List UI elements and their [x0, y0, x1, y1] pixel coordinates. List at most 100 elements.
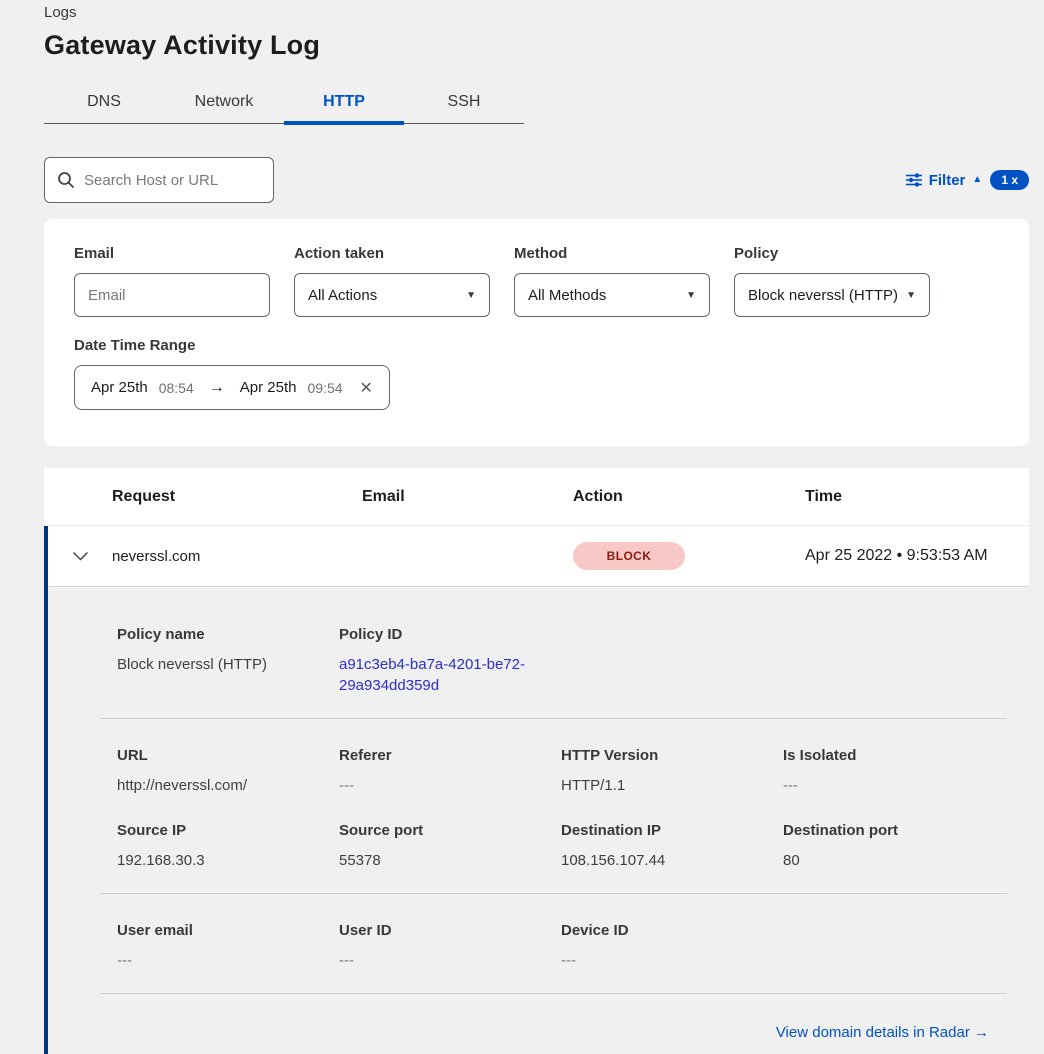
column-header-email: Email [362, 488, 573, 506]
policy-details-group: Policy name Block neverssl (HTTP) Policy… [100, 626, 1007, 719]
destination-ip-detail: Destination IP 108.156.107.44 [561, 822, 783, 871]
destination-port-detail-value: 80 [783, 850, 1005, 871]
tab-http[interactable]: HTTP [284, 81, 404, 123]
policy-name-detail-label: Policy name [117, 626, 339, 643]
table-row[interactable]: neverssl.com BLOCK Apr 25 2022 • 9:53:53… [48, 526, 1029, 587]
policy-name-detail: Policy name Block neverssl (HTTP) [117, 626, 339, 696]
user-id-detail-value: --- [339, 950, 561, 971]
policy-select[interactable]: Block neverssl (HTTP) ▼ [734, 273, 930, 317]
policy-id-detail: Policy ID a91c3eb4-ba7a-4201-be72-29a934… [339, 626, 561, 696]
range-end-date[interactable]: Apr 25th [240, 379, 297, 396]
policy-id-detail-label: Policy ID [339, 626, 561, 643]
user-id-detail-label: User ID [339, 922, 561, 939]
url-detail: URL http://neverssl.com/ [117, 747, 339, 796]
range-start-date[interactable]: Apr 25th [91, 379, 148, 396]
policy-id-link[interactable]: a91c3eb4-ba7a-4201-be72-29a934dd359d [339, 654, 531, 696]
range-start-time[interactable]: 08:54 [159, 380, 194, 396]
policy-field: Policy Block neverssl (HTTP) ▼ [734, 245, 930, 317]
tab-dns[interactable]: DNS [44, 81, 164, 123]
arrow-right-icon: → [205, 379, 229, 397]
url-detail-label: URL [117, 747, 339, 764]
row-request-host: neverssl.com [112, 548, 362, 565]
http-version-detail: HTTP Version HTTP/1.1 [561, 747, 783, 796]
email-filter-label: Email [74, 245, 270, 262]
source-ip-detail: Source IP 192.168.30.3 [117, 822, 339, 871]
column-header-action: Action [573, 488, 805, 506]
collapse-row-control[interactable] [48, 552, 112, 561]
source-ip-detail-label: Source IP [117, 822, 339, 839]
search-input[interactable] [84, 172, 261, 189]
is-isolated-detail: Is Isolated --- [783, 747, 1005, 796]
method-value: All Methods [528, 287, 606, 304]
date-time-range-field: Date Time Range Apr 25th 08:54 → Apr 25t… [74, 337, 999, 410]
log-entry-details: Policy name Block neverssl (HTTP) Policy… [48, 587, 1029, 1054]
device-id-detail-value: --- [561, 950, 783, 971]
email-filter-input[interactable] [74, 273, 270, 317]
action-taken-select[interactable]: All Actions ▼ [294, 273, 490, 317]
range-end-time[interactable]: 09:54 [307, 380, 342, 396]
is-isolated-detail-value: --- [783, 775, 1005, 796]
device-id-detail-label: Device ID [561, 922, 783, 939]
filter-label: Filter [929, 172, 966, 189]
row-timestamp: Apr 25 2022 • 9:53:53 AM [805, 547, 1029, 565]
user-details-group: User email --- User ID --- Device ID --- [100, 894, 1007, 994]
tab-ssh[interactable]: SSH [404, 81, 524, 123]
activity-log-table: Request Email Action Time neverssl.com B… [44, 468, 1029, 1054]
filter-sliders-icon [906, 173, 922, 187]
policy-label: Policy [734, 245, 930, 262]
search-icon [57, 171, 75, 189]
url-detail-value: http://neverssl.com/ [117, 775, 339, 796]
method-select[interactable]: All Methods ▼ [514, 273, 710, 317]
policy-name-detail-value: Block neverssl (HTTP) [117, 654, 339, 675]
user-email-detail-label: User email [117, 922, 339, 939]
destination-port-detail-label: Destination port [783, 822, 1005, 839]
chevron-down-icon [73, 552, 88, 561]
action-taken-label: Action taken [294, 245, 490, 262]
source-port-detail: Source port 55378 [339, 822, 561, 871]
gateway-activity-log-page: Logs Gateway Activity Log DNS Network HT… [0, 0, 1044, 1054]
action-taken-value: All Actions [308, 287, 377, 304]
search-box[interactable] [44, 157, 274, 203]
page-title: Gateway Activity Log [44, 30, 1029, 61]
log-type-tabs: DNS Network HTTP SSH [44, 81, 524, 124]
table-header-row: Request Email Action Time [44, 468, 1029, 526]
referer-detail: Referer --- [339, 747, 561, 796]
clear-date-range-icon[interactable]: ✕ [354, 378, 373, 398]
filter-panel: Email Action taken All Actions ▼ Method … [44, 219, 1029, 446]
device-id-detail: Device ID --- [561, 922, 783, 971]
date-time-range-label: Date Time Range [74, 337, 999, 354]
referer-detail-label: Referer [339, 747, 561, 764]
user-id-detail: User ID --- [339, 922, 561, 971]
user-email-detail: User email --- [117, 922, 339, 971]
filter-toggle-button[interactable]: Filter ▲ [906, 172, 983, 189]
tab-network[interactable]: Network [164, 81, 284, 123]
breadcrumb[interactable]: Logs [44, 4, 1029, 21]
filter-controls: Filter ▲ 1 x [906, 170, 1029, 190]
view-domain-in-radar-link[interactable]: View domain details in Radar → [776, 1024, 989, 1041]
is-isolated-detail-label: Is Isolated [783, 747, 1005, 764]
column-header-request: Request [112, 488, 362, 506]
chevron-down-icon: ▼ [686, 290, 696, 301]
date-time-range-picker[interactable]: Apr 25th 08:54 → Apr 25th 09:54 ✕ [74, 365, 390, 410]
destination-port-detail: Destination port 80 [783, 822, 1005, 871]
policy-value: Block neverssl (HTTP) [748, 287, 898, 304]
user-email-detail-value: --- [117, 950, 339, 971]
method-field: Method All Methods ▼ [514, 245, 710, 317]
referer-detail-value: --- [339, 775, 561, 796]
destination-ip-detail-label: Destination IP [561, 822, 783, 839]
row-action-cell: BLOCK [573, 542, 805, 570]
expanded-log-entry: neverssl.com BLOCK Apr 25 2022 • 9:53:53… [44, 526, 1029, 1054]
chevron-down-icon: ▼ [466, 290, 476, 301]
source-port-detail-value: 55378 [339, 850, 561, 871]
block-action-badge: BLOCK [573, 542, 685, 570]
request-details-group: URL http://neverssl.com/ Referer --- HTT… [100, 719, 1007, 894]
toolbar: Filter ▲ 1 x [44, 157, 1029, 203]
http-version-detail-value: HTTP/1.1 [561, 775, 783, 796]
source-ip-detail-value: 192.168.30.3 [117, 850, 339, 871]
destination-ip-detail-value: 108.156.107.44 [561, 850, 783, 871]
http-version-detail-label: HTTP Version [561, 747, 783, 764]
email-filter-field: Email [74, 245, 270, 317]
details-footer: View domain details in Radar → [100, 994, 1007, 1054]
filter-fields-row: Email Action taken All Actions ▼ Method … [74, 245, 999, 317]
filter-count-badge[interactable]: 1 x [990, 170, 1029, 190]
